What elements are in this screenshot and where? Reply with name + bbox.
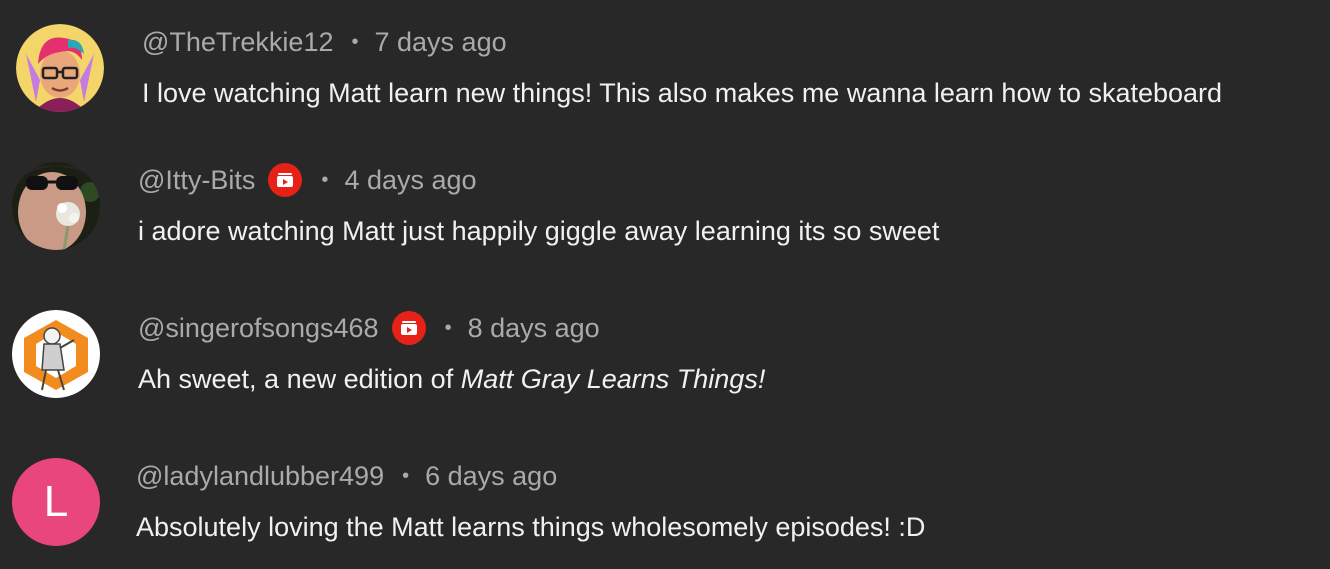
avatar[interactable]	[16, 24, 104, 112]
comment-text: i adore watching Matt just happily giggl…	[138, 216, 940, 246]
comment-timestamp[interactable]: 6 days ago	[425, 461, 557, 492]
comment-text: I love watching Matt learn new things! T…	[142, 78, 1223, 108]
avatar[interactable]	[12, 310, 100, 398]
comment-timestamp[interactable]: 4 days ago	[344, 165, 476, 196]
comment-author[interactable]: @singerofsongs468	[138, 313, 379, 344]
comment-list: @TheTrekkie12 • 7 days ago I love watchi…	[0, 0, 1330, 569]
comment-timestamp[interactable]: 8 days ago	[468, 313, 600, 344]
comment-author[interactable]: @Itty-Bits	[138, 165, 255, 196]
separator-dot: •	[402, 464, 410, 487]
avatar-letter: L	[43, 477, 69, 526]
comment-header: @ladylandlubber499 • 6 days ago	[136, 456, 557, 496]
separator-dot: •	[444, 316, 452, 339]
avatar[interactable]: L	[12, 458, 100, 546]
separator-dot: •	[351, 30, 359, 53]
member-badge	[391, 310, 427, 346]
sketch-character-orange-hexagon-icon	[12, 310, 100, 398]
comment-text-italic: Matt Gray Learns Things!	[460, 364, 766, 394]
comment-text-plain: Ah sweet, a new edition of	[138, 364, 461, 394]
member-badge	[267, 162, 303, 198]
comment-header: @TheTrekkie12 • 7 days ago	[142, 22, 507, 62]
comment-author[interactable]: @ladylandlubber499	[136, 461, 384, 492]
cartoon-person-pink-hair-glasses-icon	[16, 24, 104, 112]
sponsor-badge-icon	[391, 311, 426, 345]
comment-author[interactable]: @TheTrekkie12	[142, 27, 333, 58]
photo-person-blowing-dandelion-icon	[12, 162, 100, 250]
comment-header: @singerofsongs468 • 8 days ago	[138, 308, 600, 348]
avatar[interactable]	[12, 162, 100, 250]
comment-header: @Itty-Bits • 4 days ago	[138, 160, 477, 200]
sponsor-badge-icon	[268, 163, 303, 197]
separator-dot: •	[321, 168, 329, 191]
comment-text: Absolutely loving the Matt learns things…	[136, 512, 926, 542]
comment-timestamp[interactable]: 7 days ago	[375, 27, 507, 58]
comment-text: Ah sweet, a new edition of Matt Gray Lea…	[138, 364, 765, 395]
